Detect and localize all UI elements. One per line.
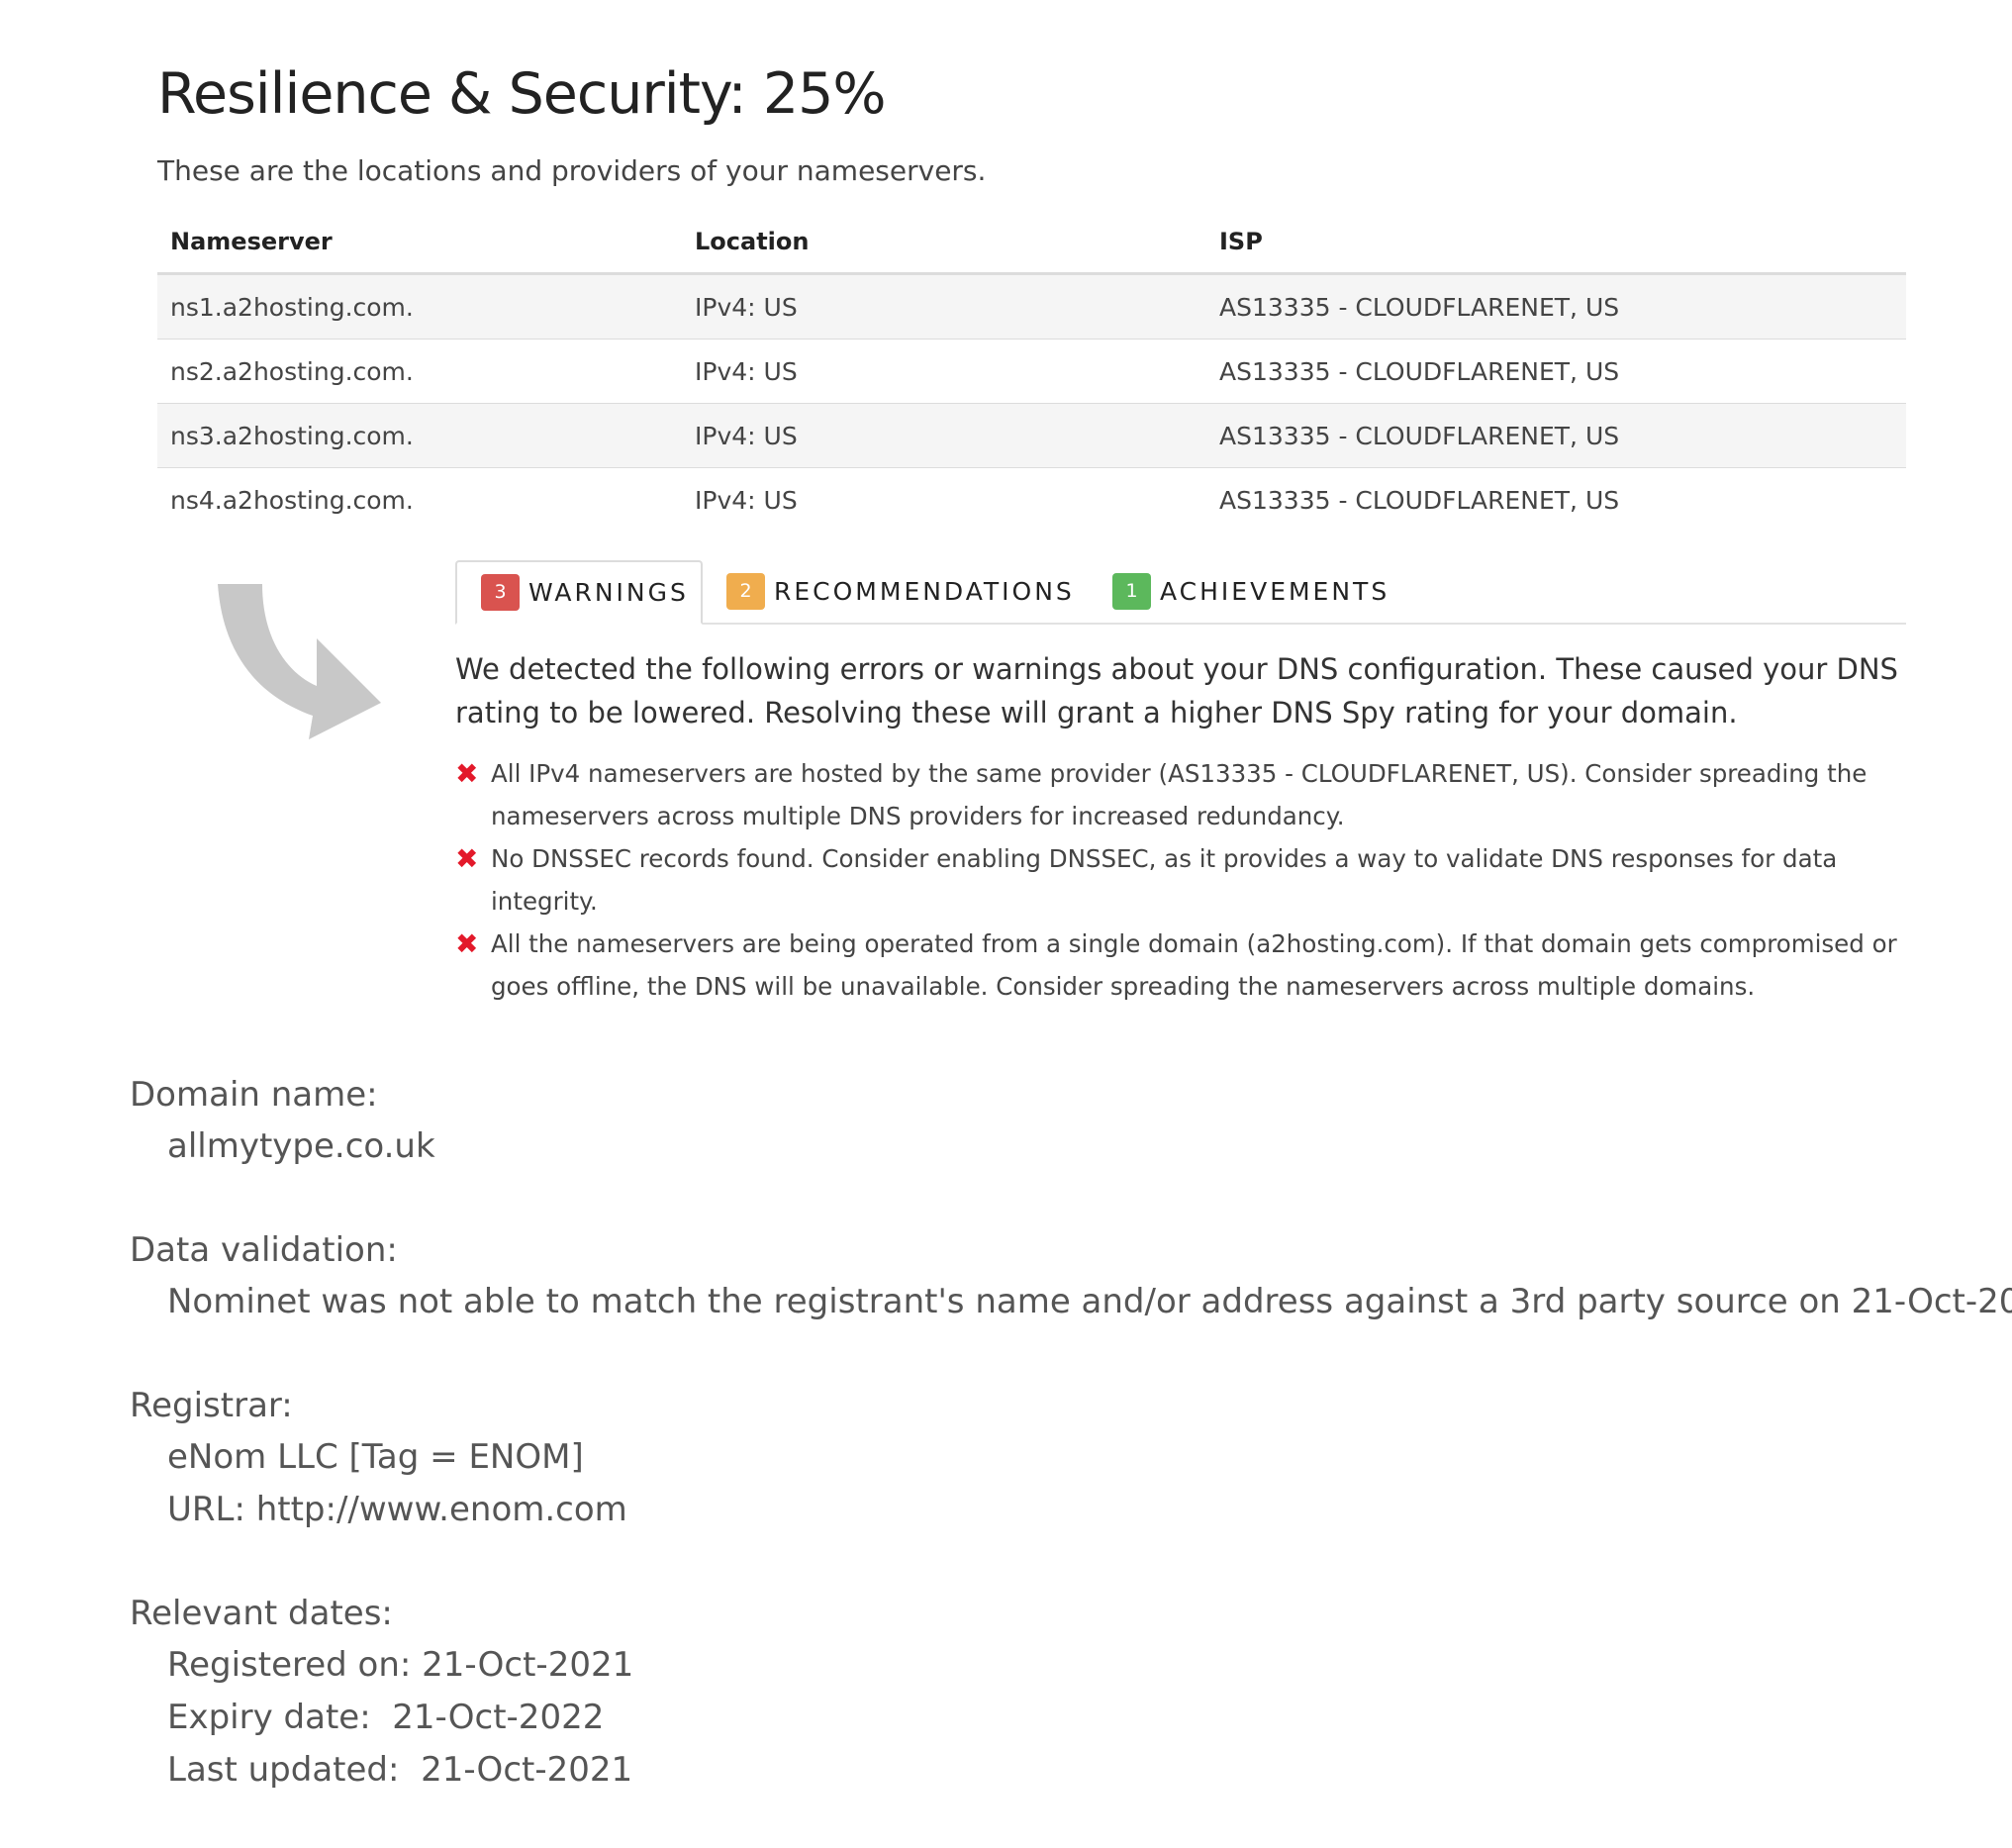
dates-section: Relevant dates: Registered on: 21-Oct-20… <box>130 1588 2012 1797</box>
nameserver-table: Nameserver Location ISP ns1.a2hosting.co… <box>157 211 1906 532</box>
location-cell: IPv4: US <box>682 467 1206 532</box>
whois-record: Domain name: allmytype.co.uk Data valida… <box>130 1069 2012 1848</box>
warnings-count-badge: 3 <box>481 574 520 611</box>
registrar-section: Registrar: eNom LLC [Tag = ENOM] URL: ht… <box>130 1380 2012 1536</box>
registrar-label: Registrar: <box>130 1386 293 1425</box>
data-validation-value: Nominet was not able to match the regist… <box>167 1282 2012 1321</box>
nameserver-cell: ns2.a2hosting.com. <box>157 339 682 404</box>
column-header-isp: ISP <box>1206 211 1906 275</box>
location-cell: IPv4: US <box>682 403 1206 468</box>
tab-achievements[interactable]: 1 ACHIEVEMENTS <box>1089 560 1415 623</box>
warning-text: All the nameservers are being operated f… <box>491 929 1897 1001</box>
table-row: ns2.a2hosting.com. IPv4: US AS13335 - CL… <box>157 339 1906 404</box>
registered-date: Registered on: 21-Oct-2021 <box>167 1645 634 1685</box>
registrar-url[interactable]: URL: http://www.enom.com <box>130 1484 2012 1536</box>
tab-warnings-label: WARNINGS <box>528 578 689 607</box>
column-header-location: Location <box>682 211 1206 275</box>
isp-cell: AS13335 - CLOUDFLARENET, US <box>1206 339 1906 404</box>
page-subtitle: These are the locations and providers of… <box>157 154 987 187</box>
x-mark-icon: ✖ <box>455 842 479 875</box>
validation-section: Data validation: Nominet was not able to… <box>130 1224 2012 1328</box>
list-item: ✖ No DNSSEC records found. Consider enab… <box>455 837 1920 923</box>
data-validation-label: Data validation: <box>130 1230 398 1270</box>
nameserver-cell: ns1.a2hosting.com. <box>157 273 682 340</box>
report-tabs: 3 WARNINGS 2 RECOMMENDATIONS 1 ACHIEVEME… <box>455 560 1906 625</box>
warning-text: All IPv4 nameservers are hosted by the s… <box>491 759 1868 830</box>
nameserver-cell: ns4.a2hosting.com. <box>157 467 682 532</box>
registrar-name: eNom LLC [Tag = ENOM] <box>167 1437 584 1477</box>
tab-recommendations-label: RECOMMENDATIONS <box>774 577 1075 606</box>
warnings-intro: We detected the following errors or warn… <box>455 652 1898 729</box>
isp-cell: AS13335 - CLOUDFLARENET, US <box>1206 403 1906 468</box>
tab-warnings[interactable]: 3 WARNINGS <box>455 560 703 625</box>
relevant-dates-label: Relevant dates: <box>130 1594 393 1633</box>
location-cell: IPv4: US <box>682 339 1206 404</box>
achievements-count-badge: 1 <box>1112 573 1151 610</box>
warnings-list: ✖ All IPv4 nameservers are hosted by the… <box>455 752 1920 1008</box>
curved-arrow-icon <box>218 584 381 739</box>
list-item: ✖ All the nameservers are being operated… <box>455 923 1920 1008</box>
domain-name-label: Domain name: <box>130 1075 378 1115</box>
tab-recommendations[interactable]: 2 RECOMMENDATIONS <box>703 560 1079 623</box>
expiry-date: Expiry date: 21-Oct-2022 <box>167 1698 605 1737</box>
location-cell: IPv4: US <box>682 273 1206 340</box>
table-row: ns3.a2hosting.com. IPv4: US AS13335 - CL… <box>157 403 1906 468</box>
table-row: ns1.a2hosting.com. IPv4: US AS13335 - CL… <box>157 273 1906 340</box>
page-title: Resilience & Security: 25% <box>157 61 887 127</box>
tab-achievements-label: ACHIEVEMENTS <box>1160 577 1390 606</box>
table-row: ns4.a2hosting.com. IPv4: US AS13335 - CL… <box>157 467 1906 532</box>
x-mark-icon: ✖ <box>455 927 479 960</box>
recommendations-count-badge: 2 <box>726 573 765 610</box>
table-header-row: Nameserver Location ISP <box>157 211 1906 275</box>
x-mark-icon: ✖ <box>455 757 479 790</box>
domain-section: Domain name: allmytype.co.uk <box>130 1069 2012 1173</box>
domain-name-value: allmytype.co.uk <box>167 1126 435 1166</box>
column-header-nameserver: Nameserver <box>157 211 682 275</box>
isp-cell: AS13335 - CLOUDFLARENET, US <box>1206 467 1906 532</box>
list-item: ✖ All IPv4 nameservers are hosted by the… <box>455 752 1920 837</box>
last-updated-date: Last updated: 21-Oct-2021 <box>167 1750 633 1790</box>
warning-text: No DNSSEC records found. Consider enabli… <box>491 844 1838 916</box>
isp-cell: AS13335 - CLOUDFLARENET, US <box>1206 273 1906 340</box>
nameserver-cell: ns3.a2hosting.com. <box>157 403 682 468</box>
